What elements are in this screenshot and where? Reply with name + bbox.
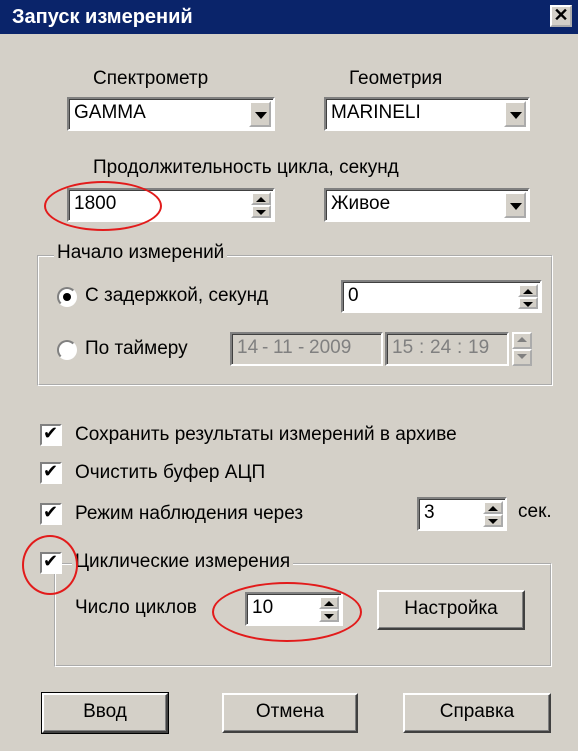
close-icon: ✕	[553, 5, 569, 25]
date-sep: -	[298, 337, 305, 358]
time-sep: :	[457, 337, 463, 358]
spectrometer-value: GAMMA	[74, 102, 146, 123]
geometry-select[interactable]: MARINELI	[324, 97, 530, 131]
delay-input[interactable]: 0	[341, 280, 542, 313]
watch-interval-spinner[interactable]	[483, 501, 503, 527]
date-sep: -	[262, 337, 269, 358]
timer-radio[interactable]	[57, 340, 77, 360]
cancel-button[interactable]: Отмена	[222, 693, 358, 733]
delay-radio-label: С задержкой, секунд	[85, 285, 269, 306]
date-input[interactable]: 14 - 11 - 2009	[230, 332, 383, 366]
time-second: 19	[468, 337, 490, 358]
spectrometer-select[interactable]: GAMMA	[67, 97, 275, 131]
time-sep: :	[419, 337, 425, 358]
geometry-value: MARINELI	[331, 102, 421, 123]
date-month: 11	[273, 337, 293, 358]
timer-radio-label: По таймеру	[85, 338, 188, 359]
watch-mode-label: Режим наблюдения через	[75, 503, 304, 524]
time-input[interactable]: 15 : 24 : 19	[385, 332, 509, 366]
window-title: Запуск измерений	[12, 6, 193, 28]
delay-spinner[interactable]	[518, 284, 538, 309]
settings-button-label: Настройка	[404, 598, 498, 619]
spin-up-icon[interactable]	[251, 192, 271, 205]
save-archive-checkbox[interactable]	[40, 423, 62, 446]
spin-up-icon[interactable]	[512, 332, 532, 349]
start-group-label: Начало измерений	[54, 242, 228, 264]
cycle-count-label: Число циклов	[75, 597, 197, 618]
spin-down-icon[interactable]	[483, 514, 503, 527]
watch-interval-value: 3	[424, 502, 435, 523]
annotation-ellipse	[44, 181, 162, 231]
save-archive-label: Сохранить результаты измерений в архиве	[75, 424, 457, 445]
spin-down-icon[interactable]	[512, 349, 532, 366]
ok-button[interactable]: Ввод	[41, 692, 169, 734]
delay-value: 0	[348, 285, 359, 306]
cycle-duration-spinner[interactable]	[251, 192, 271, 218]
clear-buffer-checkbox[interactable]	[40, 461, 62, 484]
spin-down-icon[interactable]	[518, 296, 538, 309]
ok-button-label: Ввод	[83, 701, 127, 722]
watch-unit-label: сек.	[518, 501, 552, 522]
datetime-spinner[interactable]	[512, 332, 532, 366]
help-button[interactable]: Справка	[403, 693, 551, 733]
settings-button[interactable]: Настройка	[377, 590, 525, 630]
geometry-label: Геометрия	[349, 68, 443, 89]
dialog-window: Запуск измерений ✕ Спектрометр GAMMA Гео…	[0, 0, 578, 751]
clear-buffer-label: Очистить буфер АЦП	[75, 462, 266, 483]
spin-up-icon[interactable]	[483, 501, 503, 514]
close-button[interactable]: ✕	[550, 5, 572, 27]
date-year: 2009	[309, 337, 352, 358]
spin-up-icon[interactable]	[518, 284, 538, 297]
cyclic-label: Циклические измерения	[72, 551, 294, 573]
cyclic-checkbox[interactable]	[40, 551, 62, 574]
spin-down-icon[interactable]	[251, 205, 271, 218]
help-button-label: Справка	[439, 701, 515, 722]
spectrometer-label: Спектрометр	[93, 68, 209, 89]
cycle-duration-label: Продолжительность цикла, секунд	[93, 157, 399, 178]
time-mode-select[interactable]: Живое	[324, 188, 530, 222]
watch-mode-checkbox[interactable]	[40, 502, 62, 525]
title-bar[interactable]: Запуск измерений ✕	[0, 0, 578, 34]
start-measurements-group	[37, 255, 553, 386]
watch-interval-input[interactable]: 3	[417, 497, 507, 531]
time-hour: 15	[392, 337, 414, 358]
time-mode-value: Живое	[331, 193, 391, 214]
geometry-dropdown-button[interactable]	[504, 101, 526, 127]
date-day: 14	[237, 337, 259, 358]
annotation-ellipse	[212, 582, 362, 642]
delay-radio[interactable]	[57, 287, 77, 307]
spectrometer-dropdown-button[interactable]	[249, 101, 271, 127]
time-minute: 24	[430, 337, 452, 358]
time-mode-dropdown-button[interactable]	[504, 192, 526, 218]
cancel-button-label: Отмена	[255, 701, 325, 722]
